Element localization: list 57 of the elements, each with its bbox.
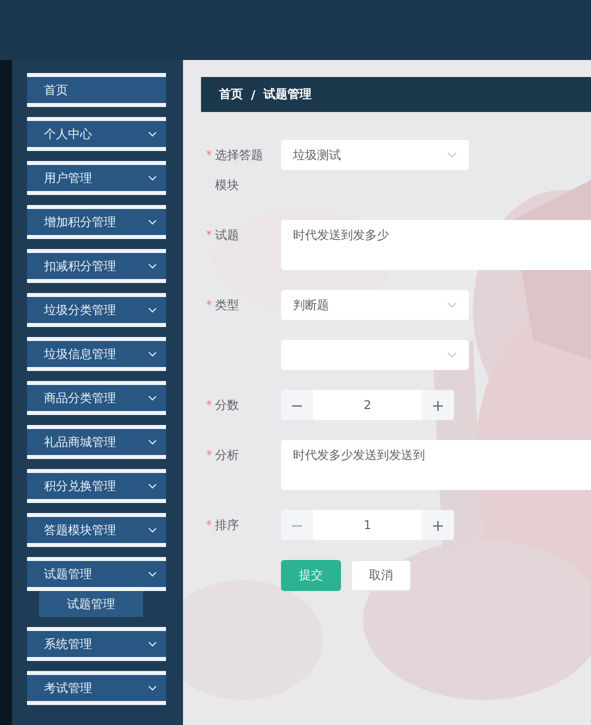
field-label: 选择答题模块 [215,147,264,194]
menu-item[interactable]: 垃圾信息管理 [27,337,166,371]
minus-button[interactable]: − [281,390,313,420]
field-label: 分析 [215,447,240,464]
number-input[interactable]: − 2 + [281,390,454,420]
chevron-down-icon [148,483,157,489]
required-mark: * [206,297,212,314]
menu-item[interactable]: 扣减积分管理 [27,249,166,283]
plus-button[interactable]: + [422,390,454,420]
breadcrumb-separator: / [251,88,256,102]
chevron-down-icon [148,263,157,269]
chevron-down-icon [148,175,157,181]
menu-item[interactable]: 个人中心 [27,117,166,151]
chevron-down-icon [148,527,157,533]
select-field[interactable]: 判断题 [281,290,469,320]
chevron-down-icon [148,685,157,691]
plus-button[interactable]: + [422,510,454,540]
chevron-down-icon [148,641,157,647]
chevron-down-icon [447,302,457,308]
menu-item[interactable]: 增加积分管理 [27,205,166,239]
required-mark: * [206,227,212,244]
number-input[interactable]: − 1 + [281,510,454,540]
field-label: 排序 [215,517,240,534]
menu-item[interactable]: 商品分类管理 [27,381,166,415]
field-label: 类型 [215,297,240,314]
chevron-down-icon [447,152,457,158]
select-field[interactable]: 垃圾测试 [281,140,469,170]
menu-item[interactable]: 试题管理 [27,557,166,591]
breadcrumb-link[interactable]: 首页 [219,86,243,103]
field-label: 试题 [215,227,240,244]
menu-item[interactable]: 系统管理 [27,627,166,661]
chevron-down-icon [148,395,157,401]
chevron-down-icon [148,131,157,137]
chevron-down-icon [148,219,157,225]
submenu-item[interactable]: 试题管理 [39,591,143,617]
required-mark: * [206,447,212,464]
required-mark: * [206,517,212,534]
menu-item[interactable]: 首页 [27,73,166,107]
required-mark: * [206,147,212,164]
select-field[interactable] [281,340,469,370]
required-mark: * [206,397,212,414]
chevron-down-icon [148,307,157,313]
field-label: 分数 [215,397,240,414]
chevron-down-icon [148,351,157,357]
text-area[interactable]: 时代发多少发送到发送到 [281,440,591,490]
menu-item[interactable]: 垃圾分类管理 [27,293,166,327]
menu-item[interactable]: 礼品商城管理 [27,425,166,459]
menu-item[interactable]: 用户管理 [27,161,166,195]
cancel-button[interactable]: 取消 [351,560,411,591]
menu-item[interactable]: 考试管理 [27,671,166,705]
chevron-down-icon [447,352,457,358]
text-area[interactable]: 时代发送到发多少 [281,220,591,270]
chevron-down-icon [148,439,157,445]
menu-item[interactable]: 积分兑换管理 [27,469,166,503]
menu-item[interactable]: 答题模块管理 [27,513,166,547]
chevron-down-icon [148,571,157,577]
breadcrumb-link[interactable]: 试题管理 [263,86,312,103]
